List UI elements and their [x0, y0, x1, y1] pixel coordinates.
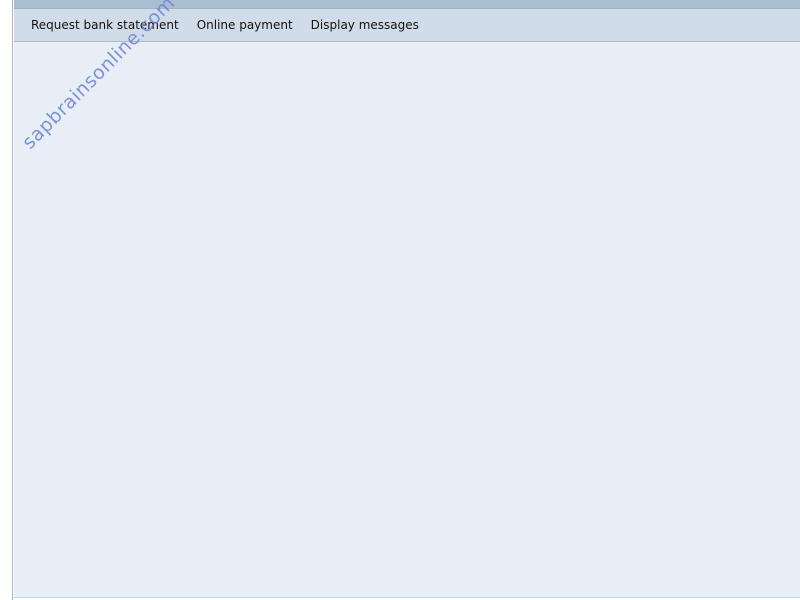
left-window-frame — [0, 0, 13, 600]
title-bar-strip — [14, 0, 800, 9]
sap-window: Request bank statement Online payment Di… — [0, 0, 800, 600]
display-messages-button[interactable]: Display messages — [311, 18, 419, 32]
request-bank-statement-button[interactable]: Request bank statement — [31, 18, 179, 32]
application-toolbar: Request bank statement Online payment Di… — [14, 9, 800, 42]
online-payment-button[interactable]: Online payment — [197, 18, 293, 32]
main-content-area: sapbrainsonline.com — [14, 0, 800, 598]
